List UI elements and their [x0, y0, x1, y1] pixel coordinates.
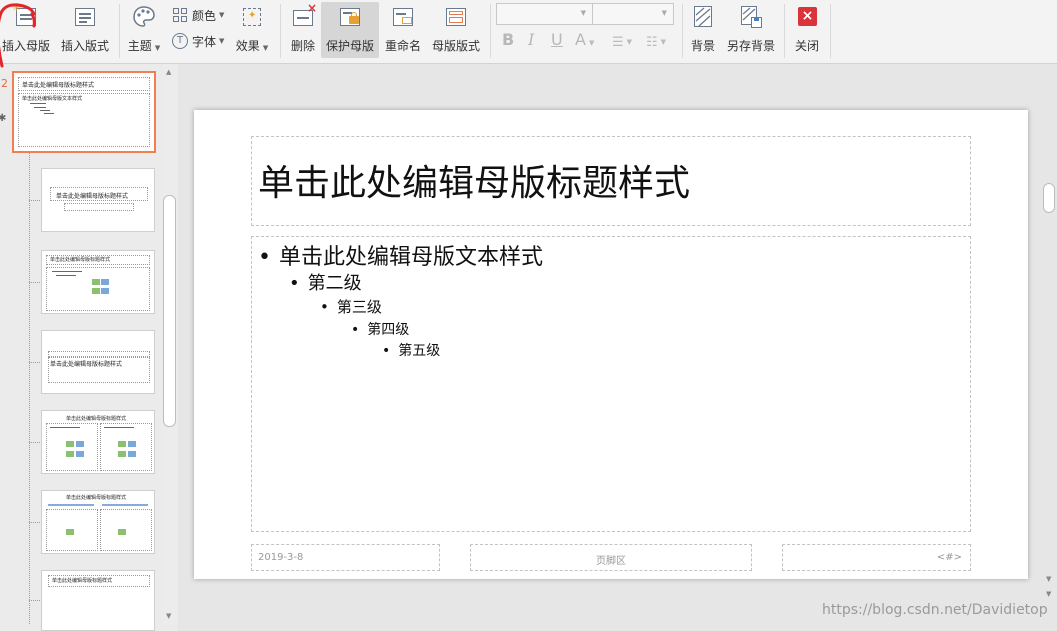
font-button[interactable]: T 字体 ▼: [172, 31, 224, 51]
thumbnail-scrollbar-thumb[interactable]: [163, 195, 176, 427]
separator: [280, 4, 281, 58]
font-color-button[interactable]: A ▼: [575, 30, 594, 49]
separator: [830, 4, 831, 58]
insert-master-button[interactable]: ✳ 插入母版: [0, 1, 52, 58]
separator: [784, 4, 785, 58]
watermark-text: https://blog.csdn.net/Davidietop: [822, 602, 1048, 618]
bold-button[interactable]: B: [502, 30, 514, 49]
slide-number-placeholder[interactable]: <#>: [782, 544, 971, 571]
selected-slide-number: 2: [1, 77, 8, 90]
bullet-level-3: • 第三级: [320, 298, 382, 316]
title-placeholder[interactable]: 单击此处编辑母版标题样式: [251, 136, 971, 226]
date-placeholder[interactable]: 2019-3-8: [251, 544, 440, 571]
effect-sparkle-icon: ✦: [240, 5, 264, 29]
pin-icon: ✱: [0, 113, 7, 124]
footer-text: 页脚区: [596, 556, 626, 567]
close-icon: ×: [795, 5, 819, 29]
master-thumbnail[interactable]: 单击此处编辑母版标题样式 单击此处编辑母版文本样式: [12, 71, 156, 153]
rename-icon: [391, 5, 415, 29]
color-button[interactable]: 颜色 ▼: [172, 5, 224, 25]
insert-master-icon: ✳: [12, 1, 38, 29]
insert-layout-button[interactable]: 插入版式: [56, 2, 114, 58]
theme-button[interactable]: 主题 ▼: [124, 2, 164, 58]
bullet-level-2: • 第二级: [289, 273, 362, 294]
lock-slide-icon: [338, 5, 362, 29]
layout-thumbnail-title[interactable]: 单击此处编辑母版标题样式: [41, 168, 155, 232]
layout-thumbnail-title-content[interactable]: 单击此处编辑母版标题样式: [41, 250, 155, 314]
scroll-up-icon[interactable]: ▲: [166, 68, 171, 76]
bullet-level-5: • 第五级: [382, 343, 441, 359]
footer-slide-number: <#>: [936, 552, 962, 563]
save-background-icon: [739, 5, 763, 29]
font-t-icon: T: [172, 33, 188, 49]
bullet-list-icon: ☰: [612, 34, 624, 50]
separator: [682, 4, 683, 58]
bullet-level-4: • 第四级: [351, 322, 410, 338]
master-layout-button[interactable]: 母版版式: [428, 2, 484, 58]
slide-title: 单击此处编辑母版标题样式: [258, 163, 691, 204]
ribbon-toolbar: ✳ 插入母版 插入版式 主题 ▼ 颜色 ▼ T 字体 ▼ ✦ 效果 ▼ × 删除…: [0, 0, 1057, 64]
layout-thumbnail-title-only[interactable]: 单击此处编辑母版标题样式: [41, 570, 155, 631]
font-family-select[interactable]: ▼: [496, 3, 593, 25]
separator: [119, 4, 120, 58]
scroll-down-icon[interactable]: ▼: [166, 612, 171, 620]
close-master-view-button[interactable]: × 关闭: [789, 2, 825, 58]
bullet-level-1: • 单击此处编辑母版文本样式: [258, 245, 543, 270]
palette-icon: [132, 5, 156, 29]
rename-button[interactable]: 重命名: [382, 2, 424, 58]
master-layout-icon: [444, 5, 468, 29]
footer-date: 2019-3-8: [258, 552, 304, 563]
numbered-list-icon: ☷: [646, 34, 658, 50]
separator: [490, 4, 491, 58]
numbered-list-button[interactable]: ☷ ▼: [646, 32, 666, 52]
layout-thumbnail-two-content[interactable]: 单击此处编辑母版标题样式: [41, 410, 155, 474]
footer-placeholder[interactable]: 页脚区: [470, 544, 752, 571]
delete-slide-icon: ×: [291, 1, 317, 29]
protect-master-button[interactable]: 保护母版: [321, 2, 379, 58]
color-grid-icon: [172, 7, 188, 23]
underline-button[interactable]: U: [551, 30, 563, 49]
slide-master-canvas: 单击此处编辑母版标题样式 • 单击此处编辑母版文本样式 • 第二级 • 第三级 • 第四…: [194, 110, 1028, 579]
delete-button[interactable]: × 删除: [286, 1, 320, 58]
italic-button[interactable]: I: [528, 30, 534, 49]
body-placeholder[interactable]: • 单击此处编辑母版文本样式 • 第二级 • 第三级 • 第四级 • 第五级: [251, 236, 971, 532]
background-icon: [691, 5, 715, 29]
insert-layout-icon: [73, 5, 97, 29]
layout-thumbnail-comparison[interactable]: 单击此处编辑母版标题样式: [41, 490, 155, 554]
editor-scroll-down-icon[interactable]: ▼: [1046, 575, 1051, 583]
bullet-list-button[interactable]: ☰ ▼: [612, 32, 632, 52]
editor-scrollbar-thumb[interactable]: [1043, 183, 1055, 213]
effect-button[interactable]: ✦ 效果 ▼: [232, 2, 272, 58]
layout-connector-line: [29, 84, 30, 624]
editor-scroll-down-icon-2[interactable]: ▼: [1046, 590, 1051, 598]
layout-thumbnail-section[interactable]: 单击此处编辑母版标题样式: [41, 330, 155, 394]
font-size-select[interactable]: ▼: [592, 3, 674, 25]
background-button[interactable]: 背景: [686, 2, 720, 58]
save-background-button[interactable]: 另存背景: [724, 2, 778, 58]
